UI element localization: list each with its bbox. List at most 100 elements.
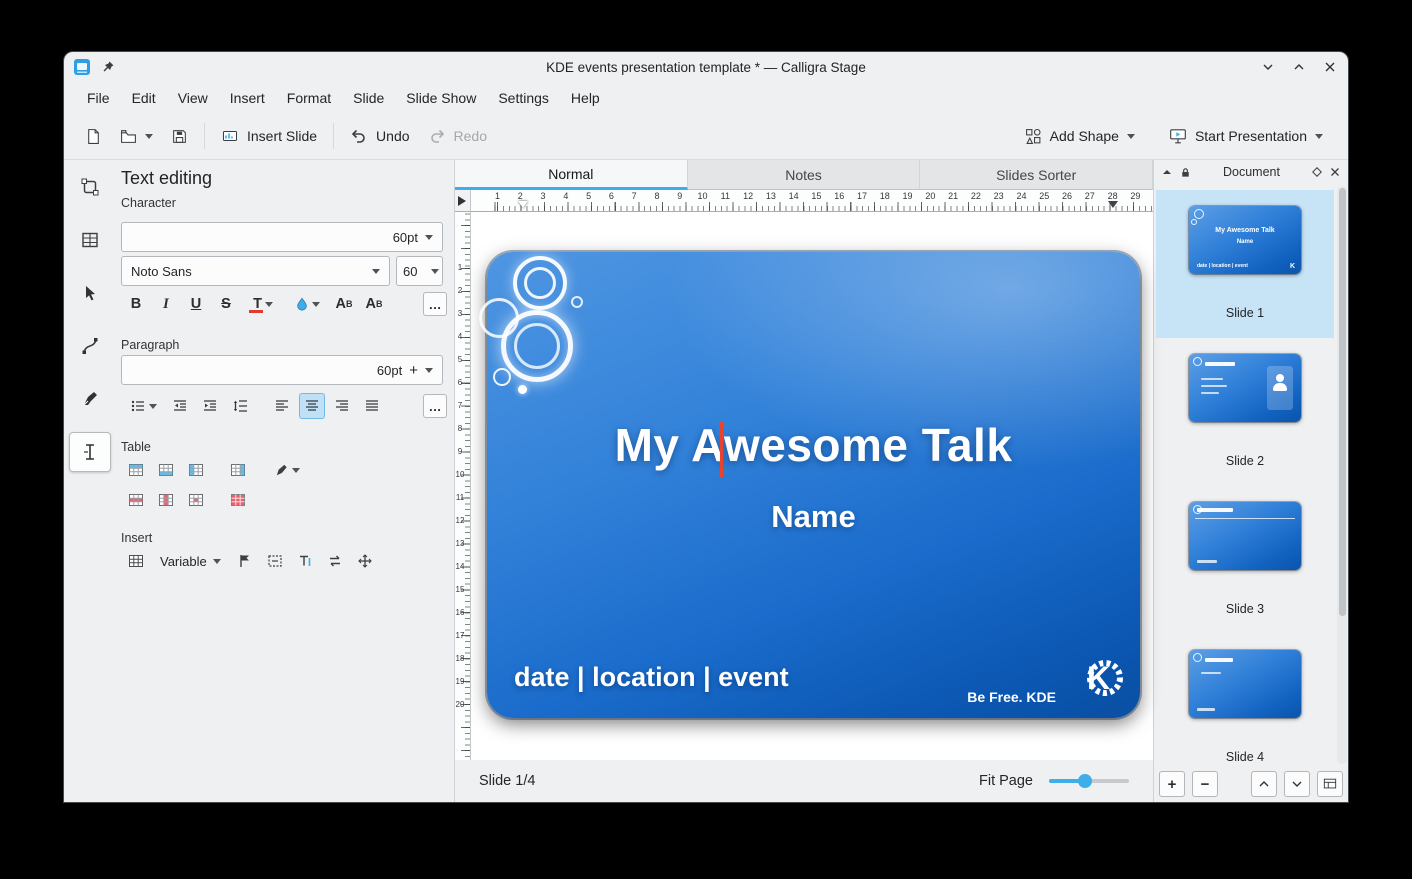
menu-slide[interactable]: Slide: [343, 85, 394, 111]
slide-thumbnail[interactable]: [1189, 502, 1301, 570]
delete-table-button[interactable]: [225, 487, 251, 513]
move-slide-down-button[interactable]: [1284, 771, 1310, 797]
slide-footer-text[interactable]: date | location | event: [514, 662, 789, 693]
align-justify-button[interactable]: [359, 393, 385, 419]
text-color-button[interactable]: T: [243, 291, 283, 317]
insert-slide-button[interactable]: Insert Slide: [212, 122, 326, 150]
paragraph-size-combo[interactable]: 60pt +: [121, 355, 443, 385]
insert-column-left-button[interactable]: [183, 457, 209, 483]
slide-thumbnail[interactable]: [1189, 650, 1301, 718]
docker-close-icon[interactable]: [1330, 167, 1340, 177]
lock-icon[interactable]: [1180, 167, 1191, 178]
shape-tool-button[interactable]: [69, 167, 111, 207]
slide-thumbnail[interactable]: [1189, 354, 1301, 422]
slides-view-button[interactable]: [1317, 771, 1343, 797]
menu-insert[interactable]: Insert: [220, 85, 275, 111]
remove-slide-button[interactable]: −: [1192, 771, 1218, 797]
ruler-marker-dark[interactable]: [1108, 201, 1118, 208]
superscript-button[interactable]: AB: [331, 291, 357, 317]
bold-button[interactable]: B: [123, 291, 149, 317]
slide-list-item-3[interactable]: Slide 3: [1156, 486, 1334, 634]
underline-button[interactable]: U: [183, 291, 209, 317]
menu-format[interactable]: Format: [277, 85, 341, 111]
insert-column-right-button[interactable]: [225, 457, 251, 483]
more-character-options-button[interactable]: …: [423, 292, 447, 316]
move-slide-up-button[interactable]: [1251, 771, 1277, 797]
font-size-spinner[interactable]: 60: [396, 256, 443, 286]
slide-list-item-1[interactable]: My Awesome Talk Name date | location | e…: [1156, 190, 1334, 338]
bullet-list-button[interactable]: [123, 393, 163, 419]
delete-cell-button[interactable]: [183, 487, 209, 513]
italic-button[interactable]: I: [153, 291, 179, 317]
slide-label[interactable]: Slide 1: [1226, 306, 1264, 320]
window-shade-icon[interactable]: [1260, 59, 1276, 75]
slide-subtitle-text[interactable]: Name: [487, 499, 1140, 535]
selection-tool-button[interactable]: [69, 273, 111, 313]
indent-more-button[interactable]: [197, 393, 223, 419]
frames-tool-button[interactable]: [69, 220, 111, 260]
menu-settings[interactable]: Settings: [488, 85, 559, 111]
delete-column-button[interactable]: [153, 487, 179, 513]
align-center-button[interactable]: [299, 393, 325, 419]
docker-float-icon[interactable]: [1162, 167, 1172, 177]
slide-editing-area[interactable]: My Awesome Talk Name date | location | e…: [487, 252, 1140, 718]
zoom-mode-label[interactable]: Fit Page: [979, 773, 1033, 789]
start-presentation-button[interactable]: Start Presentation: [1160, 121, 1332, 151]
insert-row-below-button[interactable]: [153, 457, 179, 483]
swap-button[interactable]: [322, 548, 348, 574]
menu-edit[interactable]: Edit: [122, 85, 166, 111]
align-right-button[interactable]: [329, 393, 355, 419]
expand-button[interactable]: [352, 548, 378, 574]
save-button[interactable]: [162, 122, 197, 151]
align-left-button[interactable]: [269, 393, 295, 419]
connector-tool-button[interactable]: [69, 326, 111, 366]
zoom-slider[interactable]: [1049, 779, 1129, 783]
undo-button[interactable]: Undo: [341, 122, 418, 150]
bookmark-flag-button[interactable]: [232, 548, 258, 574]
insert-table-button[interactable]: [123, 548, 149, 574]
stepper-plus[interactable]: +: [409, 362, 418, 379]
redo-button[interactable]: Redo: [419, 122, 496, 150]
tab-notes[interactable]: Notes: [688, 160, 921, 190]
indent-less-button[interactable]: [167, 393, 193, 419]
slide-canvas[interactable]: My Awesome Talk Name date | location | e…: [471, 212, 1153, 760]
variable-dropdown[interactable]: Variable: [153, 548, 228, 574]
zoom-slider-handle[interactable]: [1078, 774, 1092, 788]
titlebar[interactable]: KDE events presentation template * — Cal…: [64, 52, 1348, 82]
slide-thumbnail[interactable]: My Awesome Talk Name date | location | e…: [1189, 206, 1301, 274]
insert-text-button[interactable]: [292, 548, 318, 574]
add-slide-button[interactable]: +: [1159, 771, 1185, 797]
section-button[interactable]: [262, 548, 288, 574]
docker-detach-icon[interactable]: [1312, 167, 1322, 177]
character-size-combo[interactable]: 60pt: [121, 222, 443, 252]
more-paragraph-options-button[interactable]: …: [423, 394, 447, 418]
insert-row-above-button[interactable]: [123, 457, 149, 483]
add-shape-button[interactable]: Add Shape: [1016, 122, 1144, 151]
menu-help[interactable]: Help: [561, 85, 610, 111]
window-maximize-icon[interactable]: [1291, 59, 1307, 75]
window-close-icon[interactable]: [1322, 59, 1338, 75]
scrollbar-thumb[interactable]: [1339, 188, 1346, 616]
calligraphy-tool-button[interactable]: [69, 379, 111, 419]
docker-scrollbar[interactable]: [1337, 186, 1347, 764]
slide-label[interactable]: Slide 4: [1226, 750, 1264, 764]
highlight-color-button[interactable]: [287, 291, 327, 317]
line-spacing-button[interactable]: [227, 393, 253, 419]
slide-title-text[interactable]: My Awesome Talk: [487, 418, 1140, 472]
delete-row-button[interactable]: [123, 487, 149, 513]
vertical-ruler[interactable]: 1234567891011121314151617181920: [455, 212, 471, 760]
pin-icon[interactable]: [101, 60, 115, 74]
table-border-pen-button[interactable]: [267, 457, 307, 483]
strikethrough-button[interactable]: S: [213, 291, 239, 317]
horizontal-ruler[interactable]: 1234567891011121314151617181920212223242…: [471, 190, 1153, 212]
menu-file[interactable]: File: [77, 85, 120, 111]
slide-label[interactable]: Slide 2: [1226, 454, 1264, 468]
slide-list-item-2[interactable]: Slide 2: [1156, 338, 1334, 486]
subscript-button[interactable]: AB: [361, 291, 387, 317]
tab-slides-sorter[interactable]: Slides Sorter: [920, 160, 1153, 190]
new-document-button[interactable]: [76, 122, 111, 151]
ruler-marker-open[interactable]: [518, 201, 528, 208]
text-tool-button[interactable]: [69, 432, 111, 472]
font-family-combo[interactable]: Noto Sans: [121, 256, 390, 286]
slide-label[interactable]: Slide 3: [1226, 602, 1264, 616]
